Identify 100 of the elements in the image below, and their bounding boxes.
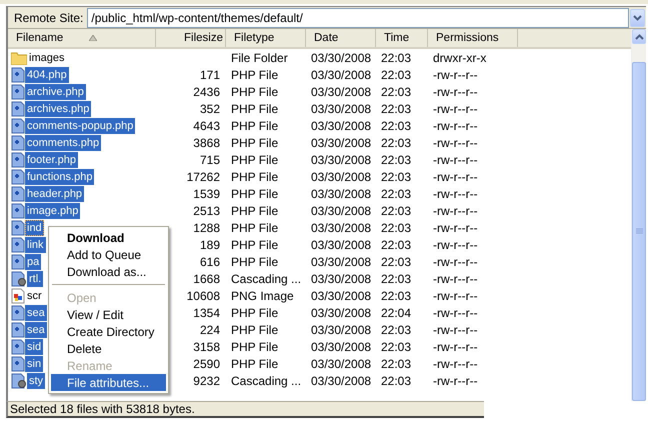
file-date: 03/30/2008 [310,340,372,354]
file-date: 03/30/2008 [310,152,372,166]
file-size: 1539 [193,186,221,200]
file-name[interactable]: functions.php [25,168,94,184]
file-date: 03/30/2008 [310,220,372,234]
file-date: 03/30/2008 [310,238,372,252]
file-size: 10608 [186,288,221,302]
file-size: 3868 [193,136,221,150]
file-name[interactable]: sin [25,356,44,372]
file-time: 22:03 [380,204,412,218]
file-date: 03/30/2008 [310,356,372,370]
file-time: 22:03 [380,254,412,268]
remote-site-label: Remote Site: [13,10,84,24]
file-permissions: -rw-r--r-- [432,374,478,388]
menu-item[interactable]: Download as... [51,263,166,280]
menu-item[interactable]: Create Directory [51,323,166,340]
file-time: 22:04 [380,306,412,320]
file-size: 715 [200,152,221,166]
file-permissions: -rw-r--r-- [432,340,478,354]
file-icon [11,100,25,116]
file-time: 22:03 [380,340,412,354]
column-header[interactable]: Date [306,29,376,47]
file-time: 22:03 [380,136,412,150]
file-permissions: drwxr-xr-x [432,50,486,64]
file-type: PHP File [230,322,278,336]
file-time: 22:03 [380,272,412,286]
file-name[interactable]: pa [25,254,42,270]
file-time: 22:03 [380,50,412,64]
file-time: 22:03 [380,118,412,132]
file-date: 03/30/2008 [310,204,372,218]
file-name[interactable]: sea [25,304,47,320]
file-name[interactable]: header.php [25,186,84,202]
file-name[interactable]: sea [25,322,47,338]
image-file-icon [11,288,25,304]
chevron-down-icon [633,14,642,20]
chevron-up-icon [634,34,644,40]
menu-item[interactable]: Add to Queue [51,246,166,263]
file-type: PHP File [230,170,278,184]
file-icon [11,186,25,202]
file-type: PHP File [230,340,278,354]
file-icon [11,304,25,320]
file-size: 352 [200,102,221,116]
file-name[interactable]: link [25,236,46,252]
file-time: 22:03 [380,186,412,200]
file-size: 189 [200,238,221,252]
file-size: 1354 [193,306,221,320]
menu-item[interactable]: Delete [51,340,166,357]
file-type: PNG Image [230,288,294,302]
file-time: 22:03 [380,152,412,166]
file-name[interactable]: ind [25,220,44,236]
column-header[interactable]: Permissions [428,29,518,47]
file-size: 4643 [193,118,221,132]
file-permissions: -rw-r--r-- [432,84,478,98]
file-permissions: -rw-r--r-- [432,152,478,166]
file-name[interactable]: sty [27,372,46,388]
file-name[interactable]: scr [25,288,44,304]
menu-item[interactable]: View / Edit [51,306,166,323]
file-name[interactable]: image.php [25,202,80,218]
file-name[interactable]: images [27,50,66,66]
file-name[interactable]: footer.php [25,152,78,168]
file-type: PHP File [230,84,278,98]
file-permissions: -rw-r--r-- [432,322,478,336]
file-name[interactable]: archives.php [25,100,92,116]
file-name[interactable]: sid [25,338,44,354]
file-name[interactable]: rtl. [27,270,44,286]
file-permissions: -rw-r--r-- [432,288,478,302]
file-time: 22:03 [380,322,412,336]
file-name[interactable]: comments-popup.php [25,118,136,134]
file-type: PHP File [230,102,278,116]
file-date: 03/30/2008 [310,306,372,320]
file-size: 2590 [193,356,221,370]
file-type: Cascading ... [230,272,302,286]
menu-item[interactable]: Download [51,229,166,246]
file-type: PHP File [230,152,278,166]
file-name[interactable]: archive.php [25,84,86,100]
file-icon [11,322,25,338]
file-permissions: -rw-r--r-- [432,204,478,218]
remote-path-field[interactable]: /public_html/wp-content/themes/default/ [87,8,629,28]
file-icon [11,118,25,134]
file-date: 03/30/2008 [310,68,372,82]
file-size: 1288 [193,220,221,234]
file-icon [11,66,25,82]
file-type: PHP File [230,68,278,82]
file-date: 03/30/2008 [310,322,372,336]
file-type: PHP File [230,306,278,320]
file-size: 171 [200,68,221,82]
file-size: 9232 [193,374,221,388]
column-header[interactable]: Time [376,29,428,47]
scrollbar-thumb[interactable] [632,62,646,401]
file-name[interactable]: 404.php [25,66,69,82]
file-permissions: -rw-r--r-- [432,170,478,184]
scroll-up-button[interactable] [632,29,646,44]
file-name[interactable]: comments.php [25,134,102,150]
column-header[interactable]: Filesize [156,29,226,47]
column-header[interactable]: Filetype [226,29,306,47]
column-header[interactable]: Filename [8,29,156,47]
menu-item[interactable]: File attributes... [51,374,166,391]
file-date: 03/30/2008 [310,102,372,116]
file-type: Cascading ... [230,374,302,388]
dropdown-button[interactable] [630,8,645,26]
